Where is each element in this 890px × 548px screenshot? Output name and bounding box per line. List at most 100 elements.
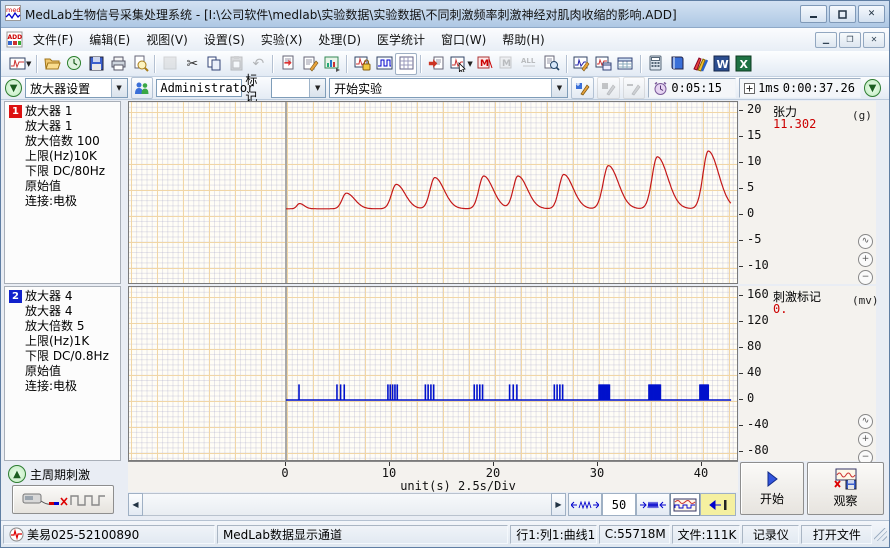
channel-setting-line: 放大器 4 [25,304,120,319]
resize-grip[interactable] [874,528,887,541]
dropdown-arrow-icon[interactable]: ▼ [309,79,325,97]
channel2-unit: (mv) [852,294,879,307]
menu-编辑E[interactable]: 编辑(E) [81,30,138,50]
users-button[interactable] [131,77,154,99]
autoscale-icon[interactable]: ∿ [858,414,873,429]
dropdown-caret-icon[interactable]: ▼ [467,60,472,68]
pens-icon[interactable] [689,53,711,75]
position-status: 行1:列1:曲线1 [510,525,596,544]
mark-label: 标记 [245,71,268,105]
chart-export-icon[interactable] [321,53,343,75]
menu-处理D[interactable]: 处理(D) [310,30,369,50]
stimulus-chart[interactable] [128,286,738,461]
elapsed-display: 1ms 0:00:37.26 [739,78,861,98]
stimulator-button[interactable] [12,485,114,514]
svg-text:W: W [717,58,729,71]
channel2-value: 0. [773,302,787,316]
menu-窗口W[interactable]: 窗口(W) [433,30,494,50]
mark-dropdown[interactable]: ▼ [271,78,326,98]
mdi-restore-button[interactable]: ❐ [839,32,861,48]
mark-m-icon[interactable]: M [475,53,497,75]
menu-帮助H[interactable]: 帮助(H) [494,30,552,50]
menu-医学统计[interactable]: 医学统计 [369,30,433,50]
print-icon[interactable] [107,53,129,75]
autoscale-icon[interactable]: ∿ [858,234,873,249]
device-heartbeat-icon [9,527,24,542]
file-size-status: 文件:111K [672,525,741,544]
tension-chart[interactable] [128,101,738,284]
save-icon[interactable] [85,53,107,75]
mdi-close-button[interactable]: ✕ [863,32,885,48]
zoom-in-y-icon[interactable]: + [858,432,873,447]
minimize-button[interactable] [800,5,827,23]
chart-report-icon[interactable] [593,53,615,75]
operator-field[interactable]: Administrator [156,79,242,97]
timebase-value[interactable]: 50 [602,493,636,516]
time-tick-label: 40 [694,466,708,480]
edit-mark-button[interactable] [597,77,620,99]
menu-设置S[interactable]: 设置(S) [196,30,253,50]
open-file-icon[interactable] [41,53,63,75]
data-table-icon[interactable] [615,53,637,75]
dropdown-arrow-icon[interactable]: ▼ [111,79,127,97]
excel-export-icon[interactable]: X [733,53,755,75]
expand-timebase-button[interactable] [568,493,602,516]
select-chart-icon[interactable] [447,53,469,75]
menu-实验X[interactable]: 实验(X) [253,30,311,50]
scroll-right-button[interactable]: ▶ [551,493,566,516]
wave-config-icon[interactable] [6,53,28,75]
time-tick-label: 20 [486,466,500,480]
copy-icon[interactable] [203,53,225,75]
add-mark-button[interactable] [571,77,594,99]
word-export-icon[interactable]: W [711,53,733,75]
zoom-out-y-icon[interactable]: − [858,270,873,285]
mdi-minimize-button[interactable]: ▁ [815,32,837,48]
find-page-icon[interactable] [541,53,563,75]
chart-lock-icon[interactable] [351,53,373,75]
notebook-icon[interactable] [667,53,689,75]
channel2-settings-panel[interactable]: 2 放大器 4放大器 4放大倍数 5上限(Hz)1K下限 DC/0.8Hz原始值… [4,286,121,461]
print-preview-icon[interactable] [129,53,151,75]
scrollbar-track[interactable] [143,493,551,516]
observe-button[interactable]: 观察 [807,462,884,515]
channel2-axis-panel: 刺激标记 0. (mv) ∿ + − 16012080400-40-80 [739,286,876,461]
compress-timebase-button[interactable] [636,493,670,516]
toolbar-separator [36,55,38,73]
menu-视图V[interactable]: 视图(V) [138,30,196,50]
time-tick-label: 0 [281,466,288,480]
export-page-icon[interactable] [277,53,299,75]
channel1-settings-panel[interactable]: 1 放大器 1放大器 1放大倍数 100上限(Hz)10K下限 DC/80Hz原… [4,101,121,284]
dropdown-caret-icon[interactable]: ▼ [26,60,31,68]
close-button[interactable]: ✕ [858,5,885,23]
scroll-left-button[interactable]: ◀ [128,493,143,516]
zoom-in-y-icon[interactable]: + [858,252,873,267]
dropdown-arrow-icon[interactable]: ▼ [551,79,567,97]
toolbar-separator [420,55,422,73]
grid-view-icon[interactable] [395,53,417,75]
channel-setting-line: 放大器 1 [25,104,120,119]
edit-note-icon[interactable] [299,53,321,75]
pulse-view-icon[interactable] [373,53,395,75]
collapse-panel-icon[interactable]: ▼ [5,79,22,97]
menu-文件F[interactable]: 文件(F) [25,30,81,50]
delete-mark-button[interactable] [623,77,646,99]
start-button[interactable]: 开始 [740,462,804,515]
experiment-toolbar: ▼ 放大器设置 ▼ Administrator 标记 ▼ 开始实验 ▼ 0:05… [1,77,889,100]
recorder-view-button[interactable] [670,493,700,516]
stimulus-panel-label: 主周期刺激 [30,466,90,483]
cut-icon[interactable]: ✂ [181,53,203,75]
maximize-button[interactable] [829,5,856,23]
axis-tick-label: -10 [747,258,769,272]
axis-tick-mark [739,188,743,189]
calculator-icon[interactable] [645,53,667,75]
collapse-right-icon[interactable]: ▼ [864,79,881,97]
experiment-combo[interactable]: 开始实验 ▼ [329,78,568,98]
go-to-end-button[interactable] [700,493,736,516]
recorder-toggle[interactable]: 记录仪 [742,525,799,544]
amplifier-settings-dropdown[interactable]: 放大器设置 ▼ [25,78,127,98]
chart-edit-icon[interactable] [571,53,593,75]
import-page-icon[interactable] [425,53,447,75]
open-file-toggle[interactable]: 打开文件 [801,525,872,544]
expand-stimulus-icon[interactable]: ▲ [8,465,26,483]
history-clock-icon[interactable] [63,53,85,75]
